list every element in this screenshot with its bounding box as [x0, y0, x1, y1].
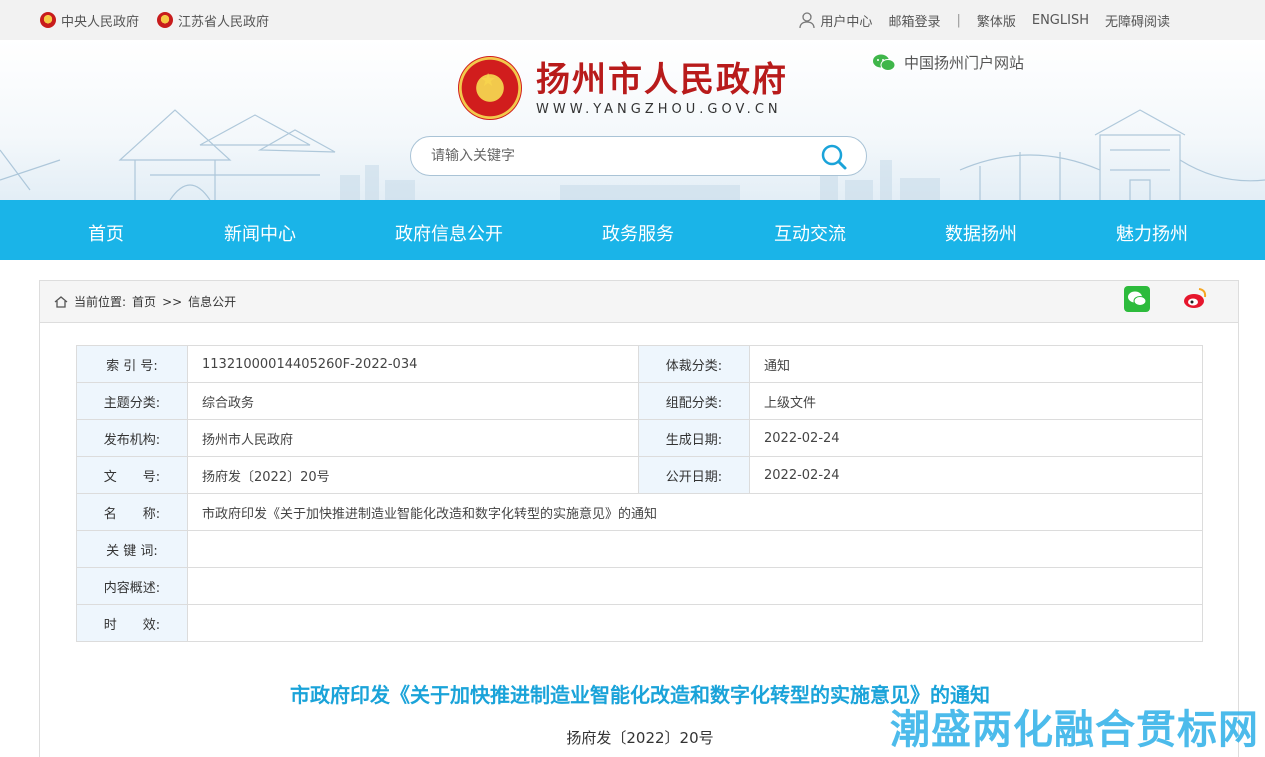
topic-value: 综合政务 [187, 382, 639, 420]
name-value: 市政府印发《关于加快推进制造业智能化改造和数字化转型的实施意见》的通知 [187, 493, 1203, 531]
keywords-label: 关 键 词: [76, 530, 188, 568]
national-emblem-icon [458, 56, 522, 120]
link-central-gov-label: 中央人民政府 [61, 14, 140, 30]
summary-value [187, 567, 1203, 605]
validity-value [187, 604, 1203, 642]
site-domain: WWW.YANGZHOU.GOV.CN [536, 101, 782, 117]
search-icon[interactable] [820, 143, 848, 171]
index-value: 11321000014405260F-2022-034 [187, 345, 639, 383]
breadcrumb: 当前位置: 首页 >> 信息公开 [40, 281, 1238, 323]
logo-text: 扬州市人民政府 WWW.YANGZHOU.GOV.CN [536, 60, 788, 117]
group-value: 上级文件 [749, 382, 1203, 420]
table-row: 时 效: [76, 604, 1203, 642]
search-bar [410, 136, 867, 176]
user-center-link[interactable]: 用户中心 [798, 11, 872, 30]
publisher-value: 扬州市人民政府 [187, 419, 639, 457]
group-label: 组配分类: [638, 382, 750, 420]
keywords-value [187, 530, 1203, 568]
traditional-chinese-link[interactable]: 繁体版 [977, 11, 1016, 30]
public-date-value: 2022-02-24 [749, 456, 1203, 494]
nav-interaction[interactable]: 互动交流 [774, 220, 846, 246]
home-icon [54, 295, 68, 308]
wechat-icon [873, 54, 896, 71]
breadcrumb-home[interactable]: 首页 [132, 293, 156, 310]
accessibility-link[interactable]: 无障碍阅读 [1105, 11, 1170, 30]
created-date-label: 生成日期: [638, 419, 750, 457]
english-link[interactable]: ENGLISH [1032, 13, 1089, 28]
validity-label: 时 效: [76, 604, 188, 642]
table-row: 主题分类: 综合政务 组配分类: 上级文件 [76, 382, 1203, 420]
table-row: 关 键 词: [76, 530, 1203, 568]
gov-links: 中央人民政府 江苏省人民政府 [40, 0, 269, 40]
document-metadata-table: 索 引 号: 11321000014405260F-2022-034 体裁分类:… [76, 345, 1203, 642]
main-nav: 首页 新闻中心 政府信息公开 政务服务 互动交流 数据扬州 魅力扬州 [0, 200, 1265, 260]
summary-label: 内容概述: [76, 567, 188, 605]
nav-info-disclosure[interactable]: 政府信息公开 [395, 220, 503, 246]
genre-value: 通知 [749, 345, 1203, 383]
table-row: 名 称: 市政府印发《关于加快推进制造业智能化改造和数字化转型的实施意见》的通知 [76, 493, 1203, 531]
created-date-value: 2022-02-24 [749, 419, 1203, 457]
breadcrumb-sep: >> [162, 294, 183, 309]
national-emblem-icon [157, 12, 174, 28]
site-header: 扬州市人民政府 WWW.YANGZHOU.GOV.CN 中国扬州门户网站 [0, 40, 1265, 200]
name-label: 名 称: [76, 493, 188, 531]
index-label: 索 引 号: [76, 345, 188, 383]
doc-number-value: 扬府发〔2022〕20号 [187, 456, 639, 494]
weibo-share-icon[interactable] [1182, 286, 1208, 312]
link-central-gov[interactable]: 中央人民政府 [40, 11, 139, 30]
nav-data[interactable]: 数据扬州 [945, 220, 1017, 246]
link-province-gov[interactable]: 江苏省人民政府 [157, 11, 269, 30]
breadcrumb-current[interactable]: 信息公开 [188, 293, 236, 310]
doc-number-label: 文 号: [76, 456, 188, 494]
nav-home[interactable]: 首页 [88, 220, 124, 246]
public-date-label: 公开日期: [638, 456, 750, 494]
nav-news[interactable]: 新闻中心 [224, 220, 296, 246]
topic-label: 主题分类: [76, 382, 188, 420]
portal-link[interactable]: 中国扬州门户网站 [872, 52, 1024, 73]
top-utility-bar: 中央人民政府 江苏省人民政府 用户中心 邮箱登录 | 繁体版 ENGLISH 无… [0, 0, 1265, 40]
watermark-text: 潮盛两化融合贯标网 [890, 707, 1259, 753]
user-center-label: 用户中心 [820, 14, 873, 30]
nav-services[interactable]: 政务服务 [602, 220, 674, 246]
breadcrumb-prefix: 当前位置: [74, 295, 127, 309]
table-row: 内容概述: [76, 567, 1203, 605]
site-title: 扬州市人民政府 [536, 59, 788, 100]
portal-label: 中国扬州门户网站 [904, 54, 1025, 72]
mail-login-link[interactable]: 邮箱登录 [888, 11, 940, 30]
table-row: 发布机构: 扬州市人民政府 生成日期: 2022-02-24 [76, 419, 1203, 457]
content-panel: 当前位置: 首页 >> 信息公开 索 引 号: 1132100001440526… [39, 280, 1239, 757]
search-input[interactable] [431, 148, 811, 164]
table-row: 文 号: 扬府发〔2022〕20号 公开日期: 2022-02-24 [76, 456, 1203, 494]
link-province-gov-label: 江苏省人民政府 [178, 14, 270, 30]
national-emblem-icon [40, 12, 56, 28]
genre-label: 体裁分类: [638, 345, 750, 383]
user-icon [799, 12, 816, 29]
account-links: 用户中心 邮箱登录 | 繁体版 ENGLISH 无障碍阅读 [798, 0, 1170, 40]
wechat-share-icon[interactable] [1124, 286, 1150, 312]
divider: | [956, 12, 961, 28]
table-row: 索 引 号: 11321000014405260F-2022-034 体裁分类:… [76, 345, 1203, 383]
nav-charm[interactable]: 魅力扬州 [1116, 220, 1188, 246]
site-logo[interactable]: 扬州市人民政府 WWW.YANGZHOU.GOV.CN [458, 56, 788, 120]
publisher-label: 发布机构: [76, 419, 188, 457]
